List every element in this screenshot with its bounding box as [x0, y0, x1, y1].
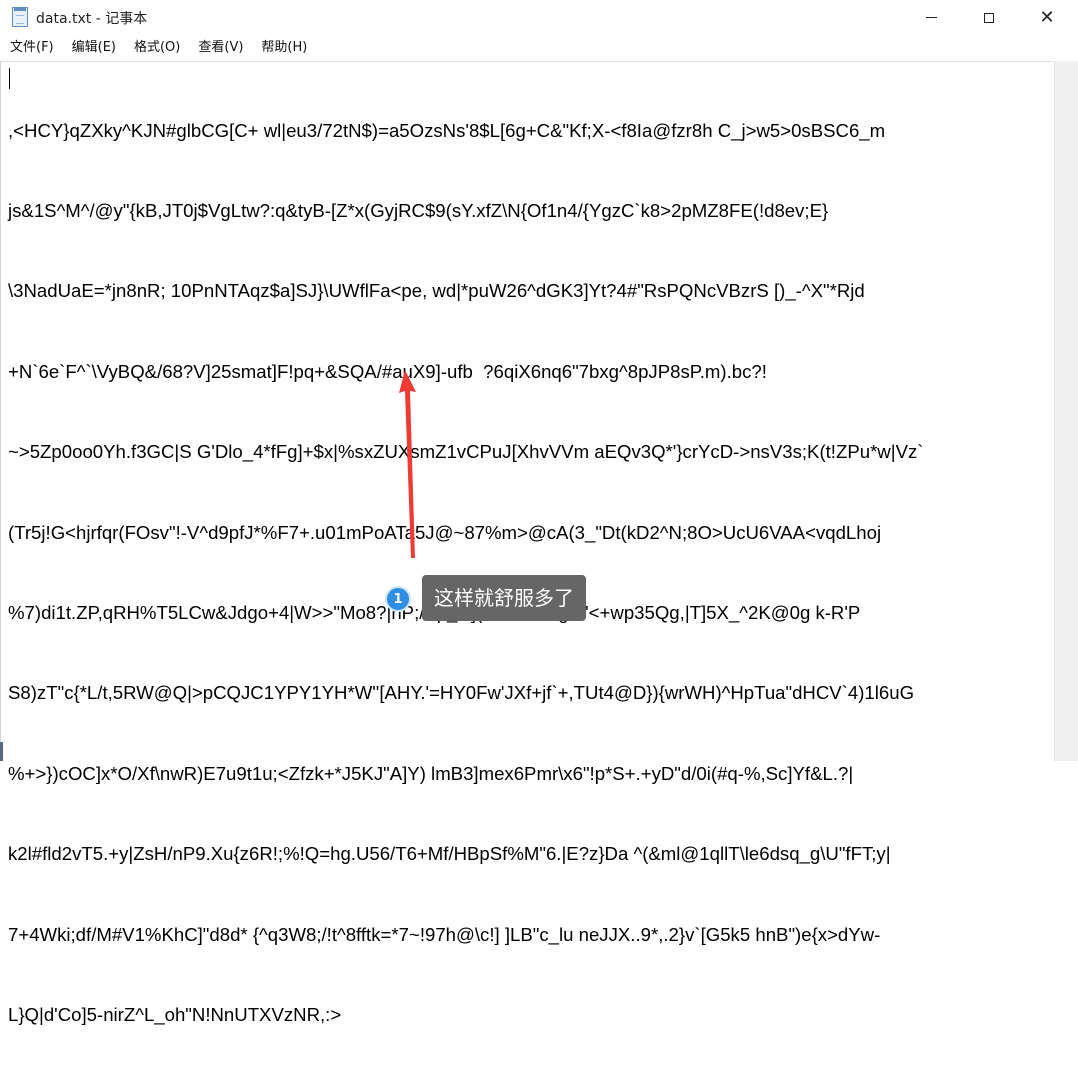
menu-help[interactable]: 帮助(H) — [251, 35, 315, 61]
menu-edit[interactable]: 编辑(E) — [62, 35, 124, 61]
annotation-arrow-icon — [399, 370, 416, 558]
text-line: L}Q|d'Co]5-nirZ^L_oh"N!NnUTXVzNR,:> — [8, 1003, 342, 1025]
minimize-button[interactable] — [902, 0, 960, 35]
text-line: 7+4Wki;df/M#V1%KhC]"d8d* {^q3W8;/!t^8fft… — [8, 923, 881, 945]
editor-text[interactable]: ,<HCY}qZXky^KJN#glbCG[C+ wl|eu3/72tN$)=a… — [8, 64, 1048, 1082]
callout-number-badge: 1 — [385, 586, 411, 612]
text-editor-area[interactable]: ,<HCY}qZXky^KJN#glbCG[C+ wl|eu3/72tN$)=a… — [0, 61, 1054, 1025]
edge-marker — [0, 742, 3, 761]
menu-format[interactable]: 格式(O) — [124, 35, 188, 61]
title-bar[interactable]: data.txt - 记事本 ✕ — [0, 0, 1078, 35]
notepad-icon — [12, 7, 28, 27]
vertical-scrollbar[interactable] — [1054, 61, 1078, 761]
text-line: k2l#fld2vT5.+y|ZsH/nP9.Xu{z6R!;%!Q=hg.U5… — [8, 843, 891, 865]
arrow-shape — [399, 370, 416, 558]
menu-file[interactable]: 文件(F) — [0, 35, 62, 61]
close-button[interactable]: ✕ — [1018, 0, 1076, 35]
maximize-button[interactable] — [960, 0, 1018, 35]
text-line: %+>})cOC]x*O/Xf\nwR)E7u9t1u;<Zfzk+*J5KJ"… — [8, 762, 854, 784]
text-line: ~>5Zp0oo0Yh.f3GC|S G'Dlo_4*fFg]+$x|%sxZU… — [8, 441, 924, 463]
text-line: S8)zT"c{*L/t,5RW@Q|>pCQJC1YPY1YH*W''[AHY… — [8, 682, 915, 704]
callout-label: 这样就舒服多了 — [422, 575, 586, 621]
window-title: data.txt - 记事本 — [36, 11, 148, 27]
text-line: js&1S^M^/@y"{kB,JT0j$VgLtw?:q&tyB-[Z*x(G… — [8, 199, 829, 221]
close-icon: ✕ — [1039, 6, 1055, 28]
text-line: \3NadUaE=*jn8nR; 10PnNTAqz$a]SJ}\UWflFa<… — [8, 280, 865, 302]
text-line: (Tr5j!G<hjrfqr(FOsv"!-V^d9pfJ*%F7+.u01mP… — [8, 521, 882, 543]
minimize-icon — [925, 17, 937, 18]
menu-view[interactable]: 查看(V) — [188, 35, 251, 61]
text-line: ,<HCY}qZXky^KJN#glbCG[C+ wl|eu3/72tN$)=a… — [8, 119, 886, 141]
maximize-icon — [984, 12, 994, 23]
text-line: +N`6e`F^`\VyBQ&/68?V]25smat]F!pq+&SQA/#a… — [8, 360, 767, 382]
menu-bar: 文件(F) 编辑(E) 格式(O) 查看(V) 帮助(H) — [0, 35, 1078, 61]
